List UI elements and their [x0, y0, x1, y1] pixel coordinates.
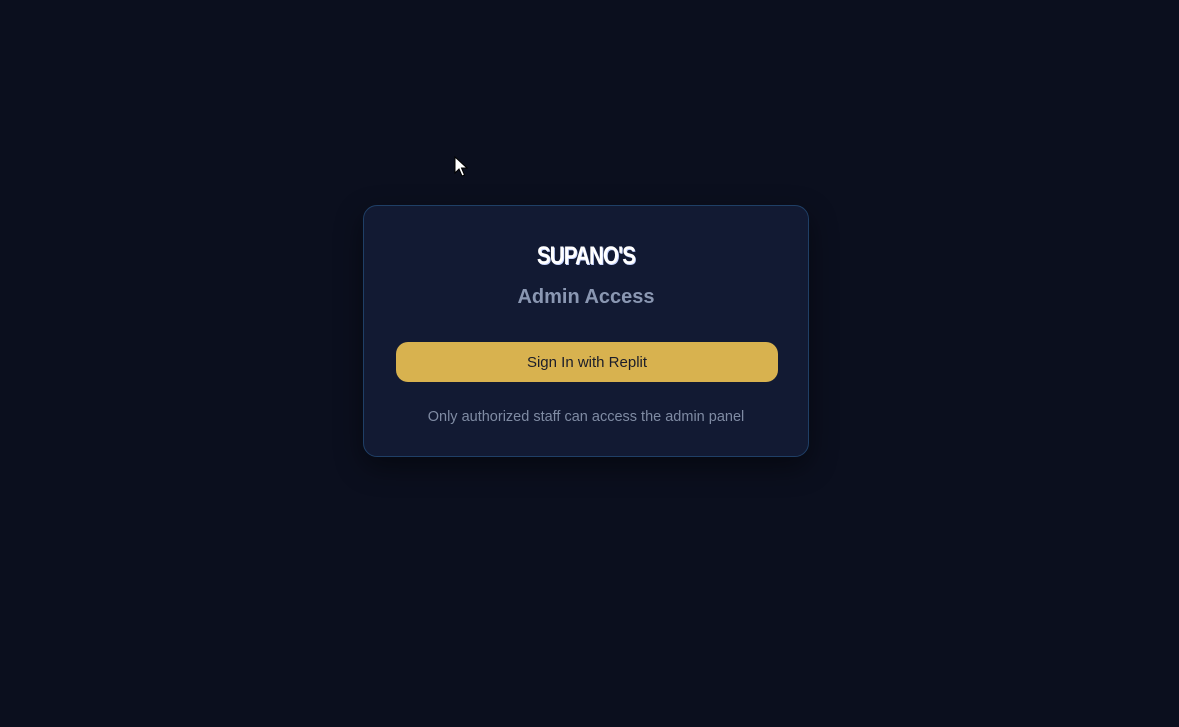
login-card: SUPANO'S Admin Access Sign In with Repli…	[363, 205, 809, 457]
brand-logo: SUPANO'S	[536, 242, 636, 270]
access-note: Only authorized staff can access the adm…	[427, 409, 745, 425]
mouse-pointer-icon	[454, 156, 468, 177]
sign-in-button[interactable]: Sign In with Replit	[396, 342, 778, 382]
page-title: Admin Access	[517, 286, 655, 308]
admin-login-page: SUPANO'S Admin Access Sign In with Repli…	[0, 0, 1179, 727]
